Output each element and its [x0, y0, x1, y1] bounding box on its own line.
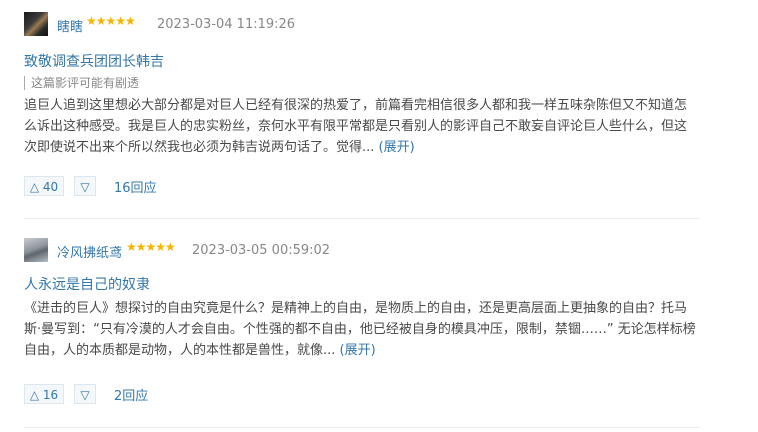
expand-link[interactable]: (展开)	[340, 343, 376, 358]
avatar[interactable]	[24, 12, 48, 36]
expand-link[interactable]: (展开)	[379, 140, 415, 155]
author-name[interactable]: 瞎瞎	[57, 16, 83, 35]
content-line: 斯·曼写到：“只有冷漠的人才会自由。个性强的都不自由，他已经被自身的模具冲压，限…	[24, 322, 696, 337]
content-line-text: 次即使说不出来个所以然我也必须为韩吉说两句话了。觉得...	[24, 140, 375, 155]
divider	[24, 218, 700, 219]
review-header: 冷风拂纸鸢 ★★★★★ 2023-03-05 00:59:02	[24, 236, 700, 264]
divider	[24, 427, 700, 428]
down-arrow-icon: ▽	[80, 388, 90, 402]
up-arrow-icon: △	[29, 388, 40, 402]
down-arrow-icon: ▽	[80, 180, 90, 194]
content-line: 追巨人追到这里想必大部分都是对巨人已经有很深的热爱了，前篇看完相信很多人都和我一…	[24, 98, 688, 113]
downvote-button[interactable]: ▽	[74, 384, 96, 404]
rating-stars: ★★★★★	[126, 240, 176, 254]
review-item: 冷风拂纸鸢 ★★★★★ 2023-03-05 00:59:02 人永远是自己的奴…	[24, 236, 700, 404]
up-arrow-icon: △	[29, 180, 40, 194]
review-time: 2023-03-04 11:19:26	[157, 17, 296, 32]
downvote-button[interactable]: ▽	[74, 176, 96, 196]
review-time: 2023-03-05 00:59:02	[192, 243, 331, 258]
content-line: 次即使说不出来个所以然我也必须为韩吉说两句话了。觉得... (展开)	[24, 137, 700, 158]
review-title[interactable]: 致敬调查兵团团长韩吉	[24, 51, 164, 71]
review-header: 瞎瞎 ★★★★★ 2023-03-04 11:19:26	[24, 10, 700, 38]
upvote-button[interactable]: △ 16	[24, 384, 64, 404]
avatar[interactable]	[24, 238, 48, 262]
content-line: 自由，人的本质都是动物，人的本性都是兽性，就像... (展开)	[24, 340, 700, 361]
content-line: 《进击的巨人》想探讨的自由究竟是什么？是精神上的自由，是物质上的自由，还是更高层…	[24, 301, 688, 316]
review-title[interactable]: 人永远是自己的奴隶	[24, 274, 150, 294]
rating-stars: ★★★★★	[86, 14, 136, 28]
review-content: 追巨人追到这里想必大部分都是对巨人已经有很深的热爱了，前篇看完相信很多人都和我一…	[24, 95, 700, 158]
review-content: 《进击的巨人》想探讨的自由究竟是什么？是精神上的自由，是物质上的自由，还是更高层…	[24, 298, 700, 361]
upvote-button[interactable]: △ 40	[24, 176, 64, 196]
upvote-count: 40	[42, 180, 59, 194]
author-name[interactable]: 冷风拂纸鸢	[57, 242, 122, 261]
reply-link[interactable]: 2回应	[114, 385, 148, 404]
upvote-count: 16	[42, 388, 59, 402]
spoiler-notice: 这篇影评可能有剧透	[24, 76, 139, 90]
content-line-text: 自由，人的本质都是动物，人的本性都是兽性，就像...	[24, 343, 336, 358]
reply-link[interactable]: 16回应	[114, 177, 157, 196]
content-line: 么诉出这种感受。我是巨人的忠实粉丝，奈何水平有限平常都是只看别人的影评自己不敢妄…	[24, 119, 688, 134]
review-item: 瞎瞎 ★★★★★ 2023-03-04 11:19:26 致敬调查兵团团长韩吉 …	[24, 10, 700, 196]
